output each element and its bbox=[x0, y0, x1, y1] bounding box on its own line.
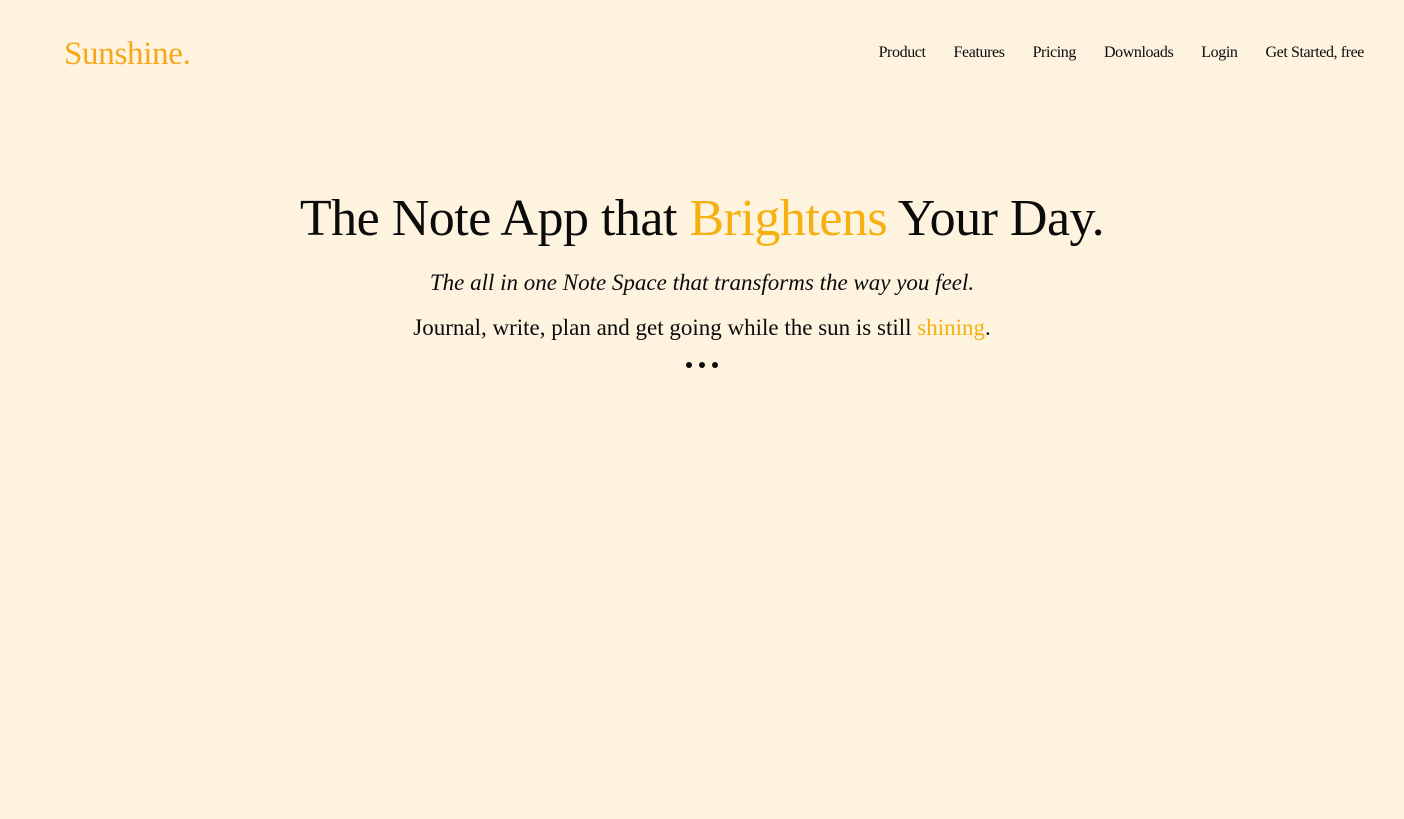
nav-item-downloads[interactable]: Downloads bbox=[1104, 42, 1174, 64]
headline-accent-word: Brightens bbox=[689, 190, 888, 247]
dot bbox=[699, 362, 705, 368]
headline-text-start: The Note App that bbox=[299, 190, 690, 247]
dot bbox=[686, 362, 692, 368]
hero-subline: Journal, write, plan and get going while… bbox=[0, 312, 1404, 344]
nav-item-login[interactable]: Login bbox=[1201, 42, 1238, 64]
hero-section: The Note App that Brightens Your Day. Th… bbox=[0, 188, 1404, 368]
hero-headline: The Note App that Brightens Your Day. bbox=[0, 188, 1404, 250]
nav-item-features[interactable]: Features bbox=[954, 42, 1005, 64]
hero-tagline: The all in one Note Space that transform… bbox=[429, 270, 975, 295]
brand-logo[interactable]: Sunshine. bbox=[64, 34, 191, 74]
subline-text-end: . bbox=[985, 315, 991, 340]
nav-item-pricing[interactable]: Pricing bbox=[1033, 42, 1077, 64]
subline-text-start: Journal, write, plan and get going while… bbox=[413, 315, 918, 340]
subline-accent-word: shining bbox=[917, 315, 985, 340]
top-nav: Product Features Pricing Downloads Login… bbox=[879, 42, 1365, 64]
nav-item-product[interactable]: Product bbox=[879, 42, 926, 64]
ellipsis-icon bbox=[0, 362, 1404, 368]
dot bbox=[712, 362, 718, 368]
nav-item-get-started[interactable]: Get Started, free bbox=[1266, 42, 1365, 64]
headline-text-end: Your Day. bbox=[887, 190, 1105, 247]
